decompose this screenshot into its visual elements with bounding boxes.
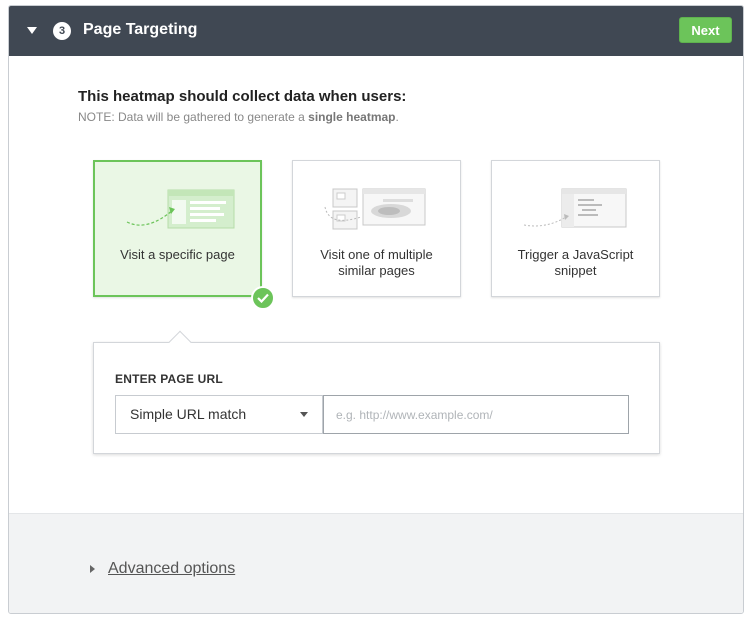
page-targeting-panel: 3 Page Targeting Next This heatmap shoul…	[8, 5, 744, 614]
note-bold: single heatmap	[308, 110, 396, 124]
advanced-options-link[interactable]: Advanced options	[108, 560, 235, 578]
option-specific-page[interactable]: Visit a specific page	[93, 160, 275, 310]
specific-page-illustration-icon	[126, 189, 235, 229]
collapse-caret-icon[interactable]	[27, 27, 37, 34]
note-prefix: NOTE: Data will be gathered to generate …	[78, 110, 309, 124]
option-label: Trigger a JavaScript snippet	[517, 247, 634, 278]
select-caret-icon	[300, 412, 308, 417]
url-entry-box: ENTER PAGE URL Simple URL match	[93, 342, 660, 454]
next-button[interactable]: Next	[679, 17, 732, 43]
targeting-note: NOTE: Data will be gathered to generate …	[78, 110, 399, 124]
multiple-pages-illustration-icon	[324, 188, 426, 230]
advanced-options-footer: Advanced options	[9, 513, 743, 613]
url-match-type-select[interactable]: Simple URL match	[115, 395, 323, 434]
note-suffix: .	[395, 110, 399, 124]
javascript-trigger-illustration-icon	[523, 188, 627, 228]
option-javascript-trigger[interactable]: Trigger a JavaScript snippet	[491, 160, 660, 297]
page-url-input[interactable]	[323, 395, 629, 434]
url-match-type-value: Simple URL match	[130, 406, 247, 422]
option-label: Visit a specific page	[120, 247, 235, 262]
option-multiple-pages[interactable]: Visit one of multiple similar pages	[292, 160, 461, 297]
selected-check-icon	[251, 286, 275, 310]
step-number-badge: 3	[53, 22, 71, 40]
option-label: Visit one of multiple similar pages	[320, 247, 433, 278]
step-title: Page Targeting	[83, 21, 198, 38]
step-header[interactable]: 3 Page Targeting Next	[9, 6, 743, 56]
url-entry-label: ENTER PAGE URL	[115, 372, 223, 386]
expand-caret-icon[interactable]	[90, 565, 95, 573]
targeting-heading: This heatmap should collect data when us…	[78, 88, 407, 105]
